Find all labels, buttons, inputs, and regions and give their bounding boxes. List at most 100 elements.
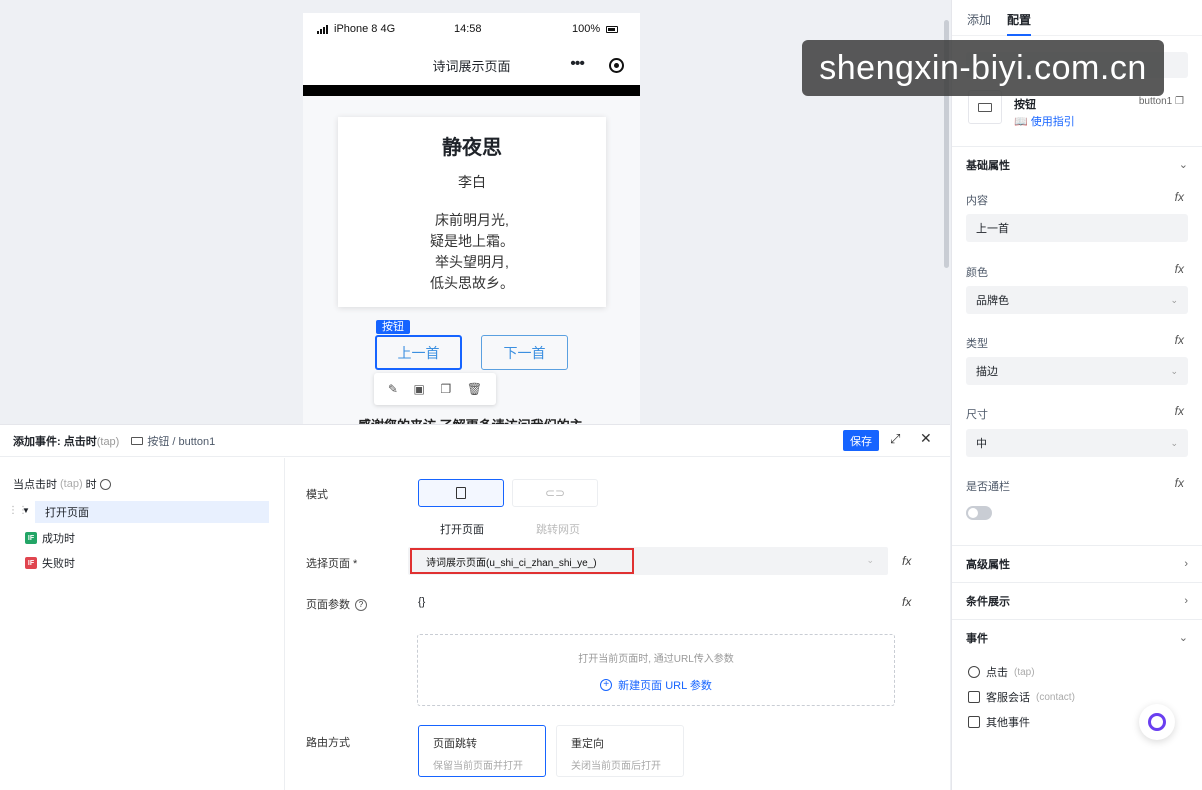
component-id: button1 ❐ [1138,96,1184,107]
params-value[interactable]: {} [418,596,425,608]
watermark: shengxin-biyi.com.cn [802,40,1164,96]
poem-line: 疑是地上霜。 [430,233,514,249]
fx-icon[interactable]: fx [902,595,911,609]
poem-title: 静夜思 [442,137,502,159]
phone-nav-bar: 诗词展示页面 ••• [303,45,640,85]
full-width-toggle[interactable] [966,506,992,520]
tap-icon [968,666,980,678]
copy-icon: ❐ [1175,96,1184,107]
mode-open-label: 打开页面 [440,524,484,536]
mode-open-page-card[interactable] [418,479,504,507]
save-icon[interactable]: ▣ [414,382,425,396]
phone-status-bar: iPhone 8 4G 14:58 100% [303,13,640,45]
mode-jump-web-card[interactable]: ⊂⊃ [512,479,598,507]
content-label: 内容 [966,195,988,207]
add-url-param-button[interactable]: + 新建页面 URL 参数 [418,677,894,693]
save-button[interactable]: 保存 [843,430,879,451]
route-redirect-card[interactable]: 重定向 关闭当前页面后打开 [556,725,684,777]
guide-link[interactable]: 📖 使用指引 [1014,113,1075,129]
poem-line: 低头思故乡。 [430,275,514,291]
events-header[interactable]: 事件 ⌄ [952,619,1202,655]
fx-icon[interactable]: fx [902,554,911,568]
document-icon [456,487,466,499]
component-name: 按钮 [1014,99,1036,111]
params-label: 页面参数? [306,596,367,612]
action-config: 模式 ⊂⊃ 打开页面 跳转网页 选择页面 * 诗词展示页面(u_shi_ci_z… [286,458,950,790]
capsule-close-icon[interactable] [609,58,624,73]
poem-lines: 床前明月光, 疑是地上霜。 举头望明月, 低头思故乡。 [338,210,606,294]
url-params-box: 打开当前页面时, 通过URL传入参数 + 新建页面 URL 参数 [417,634,895,706]
next-poem-button[interactable]: 下一首 [481,335,568,370]
poem-card[interactable]: 静夜思 李白 床前明月光, 疑是地上霜。 举头望明月, 低头思故乡。 [338,117,606,307]
help-icon: ? [355,599,367,612]
selected-component-tag: 按钮 [376,320,410,334]
chevron-right-icon: › [1184,594,1188,607]
clock: 14:58 [454,23,482,35]
signal-icon [317,24,328,34]
chevron-down-icon: ⌄ [1178,632,1188,644]
chevron-down-icon: ⌄ [1170,294,1178,305]
poem-line: 举头望明月, [435,254,509,270]
size-select[interactable]: 中 ⌄ [966,429,1188,457]
full-width-label: 是否通栏 [966,481,1010,493]
poem-line: 床前明月光, [435,212,509,228]
header-bar [303,85,640,96]
type-select[interactable]: 描边 ⌄ [966,357,1188,385]
basic-props-header[interactable]: 基础属性 ⌄ [952,146,1202,182]
event-editor: 添加事件: 点击时(tap) 按钮 / button1 保存 ⤢ ✕ 当点击时(… [0,424,950,790]
expand-icon[interactable]: ⤢ [890,431,900,447]
route-navigate-card[interactable]: 页面跳转 保留当前页面并打开 [418,725,546,777]
page-select[interactable]: 诗词展示页面(u_shi_ci_zhan_shi_ye_) ⌄ [408,547,888,575]
route-label: 路由方式 [306,737,350,749]
action-open-page[interactable]: 打开页面 [35,501,269,523]
tab-config[interactable]: 配置 [1007,0,1032,36]
battery-percent: 100% [572,23,601,35]
advanced-props-header[interactable]: 高级属性 › [952,545,1202,581]
event-tap[interactable]: 点击 (tap) [968,664,1035,680]
event-contact[interactable]: 客服会话 (contact) [968,689,1075,705]
prev-poem-button[interactable]: 上一首 [375,335,462,370]
event-editor-header: 添加事件: 点击时(tap) 按钮 / button1 保存 ⤢ ✕ [0,425,950,457]
mode-label: 模式 [306,489,328,501]
assistant-bot-icon[interactable] [1139,704,1175,740]
edit-icon[interactable]: ✎ [388,382,398,396]
fx-icon[interactable]: fx [1175,476,1184,490]
nav-title: 诗词展示页面 [432,58,511,74]
condition-header[interactable]: 条件展示 › [952,582,1202,618]
fx-icon[interactable]: fx [1175,333,1184,347]
calendar-icon [968,691,980,703]
fx-icon[interactable]: fx [1175,190,1184,204]
plus-icon: + [600,679,613,691]
link-icon: ⊂⊃ [544,486,566,500]
chevron-down-icon: ⌄ [1170,437,1178,448]
delete-icon[interactable]: 🗑 [467,382,482,396]
footer-text: 感谢您的来访,了解更多请访问我们的主 [358,415,583,424]
component-toolbar: ✎ ▣ ❐ 🗑 [374,373,496,405]
content-input[interactable]: 上一首 [966,214,1188,242]
fx-icon[interactable]: fx [1175,262,1184,276]
more-icon[interactable]: ••• [570,55,585,73]
event-title: 添加事件: 点击时(tap) [13,435,120,448]
chevron-down-icon: ⌄ [866,555,874,565]
color-select[interactable]: 品牌色 ⌄ [966,286,1188,314]
close-icon[interactable]: ✕ [920,430,932,447]
battery-icon [606,25,619,33]
breadcrumb: 按钮 / button1 [131,433,215,449]
branch-success[interactable]: IF 成功时 [25,530,75,546]
gear-icon[interactable] [99,478,111,490]
type-label: 类型 [966,338,988,350]
copy-icon[interactable]: ❐ [441,382,452,396]
chevron-down-icon: ⌄ [1170,365,1178,376]
carrier-label: iPhone 8 4G [334,23,396,35]
tab-add[interactable]: 添加 [967,0,991,36]
color-label: 颜色 [966,267,988,279]
branch-failure[interactable]: IF 失败时 [25,555,75,571]
poem-author: 李白 [458,174,486,190]
fx-icon[interactable]: fx [1175,404,1184,418]
config-panel: 添加 配置 按钮 📖 使用指引 button1 ❐ 基础属性 ⌄ 内容 fx 上一… [951,0,1202,790]
params-hint: 打开当前页面时, 通过URL传入参数 [578,654,734,665]
panel-tabs: 添加 配置 [952,0,1202,36]
caret-down-icon[interactable]: ▼ [22,506,30,515]
button-icon [131,436,144,445]
event-other[interactable]: 其他事件 [968,714,1030,730]
